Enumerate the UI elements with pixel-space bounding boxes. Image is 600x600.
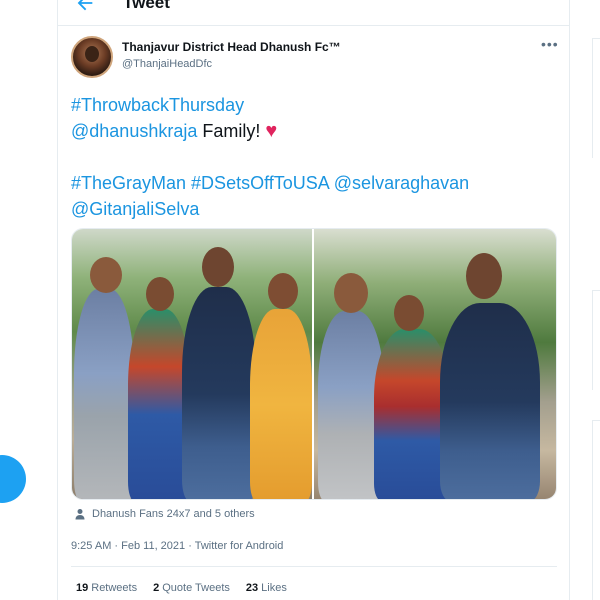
- left-navigation-rail: [0, 0, 57, 600]
- author-display-name[interactable]: Thanjavur District Head Dhanush Fc™: [122, 40, 341, 54]
- mention-link[interactable]: @dhanushkraja: [71, 121, 197, 141]
- liked-by-context[interactable]: Dhanush Fans 24x7 and 5 others: [74, 508, 255, 520]
- author-handle[interactable]: @ThanjaiHeadDfc: [122, 58, 212, 70]
- mention-link[interactable]: @GitanjaliSelva: [71, 199, 199, 219]
- quote-tweets-count: 2: [153, 582, 160, 594]
- tweet-timestamp[interactable]: 9:25 AM · Feb 11, 2021 · Twitter for And…: [71, 540, 283, 552]
- tweet-text: #ThrowbackThursday @dhanushkraja Family!…: [71, 92, 541, 222]
- heart-emoji-icon: ♥: [265, 120, 278, 142]
- likes-stat[interactable]: 23 Likes: [246, 582, 287, 594]
- retweets-count: 19: [76, 582, 89, 594]
- liked-by-text: Dhanush Fans 24x7 and 5 others: [92, 508, 255, 520]
- hashtag-link[interactable]: #ThrowbackThursday: [71, 95, 244, 115]
- sidebar-card: [592, 420, 600, 600]
- quote-tweets-stat[interactable]: 2 Quote Tweets: [153, 582, 230, 594]
- tweet-text-fragment: Family!: [197, 121, 266, 141]
- likes-label: Likes: [261, 582, 287, 594]
- retweets-stat[interactable]: 19 Retweets: [76, 582, 137, 594]
- back-arrow-icon[interactable]: [74, 0, 96, 14]
- more-options-icon[interactable]: •••: [541, 36, 559, 52]
- tweet-photo-2[interactable]: [314, 229, 556, 499]
- tweet-media: [71, 228, 557, 500]
- likes-count: 23: [245, 582, 259, 594]
- page-title: Tweet: [123, 0, 170, 12]
- person-icon: [75, 509, 85, 520]
- avatar[interactable]: [71, 36, 113, 78]
- tweet-stats: 19 Retweets 2 Quote Tweets 23 Likes: [76, 582, 287, 594]
- page-header: Tweet: [58, 0, 571, 26]
- sidebar-card: [592, 290, 600, 390]
- divider: [71, 566, 557, 567]
- sidebar-card: [592, 38, 600, 158]
- quote-tweets-label: Quote Tweets: [162, 582, 230, 594]
- tweet-photo-1[interactable]: [72, 229, 312, 499]
- compose-tweet-button[interactable]: [0, 455, 26, 503]
- right-sidebar: [570, 0, 600, 600]
- hashtags-mention-link[interactable]: #TheGrayMan #DSetsOffToUSA @selvaraghava…: [71, 173, 469, 193]
- tweet-column: Tweet Thanjavur District Head Dhanush Fc…: [57, 0, 571, 600]
- retweets-label: Retweets: [91, 582, 138, 594]
